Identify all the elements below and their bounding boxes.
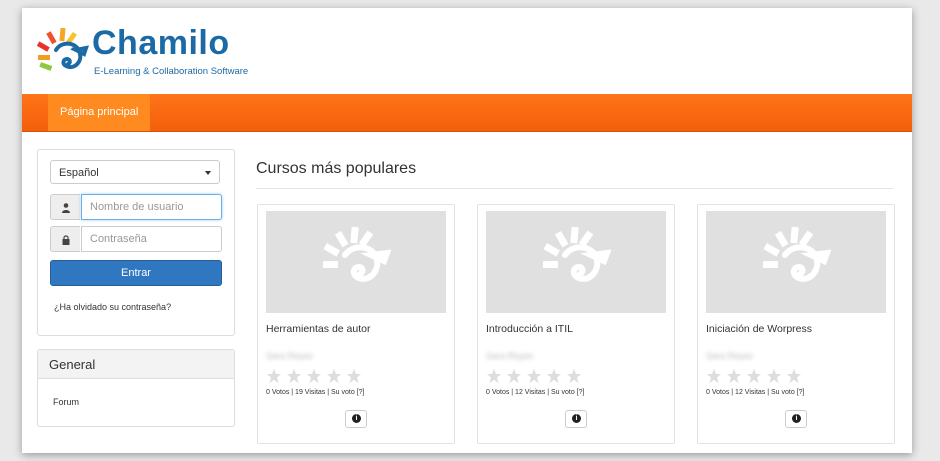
course-teacher: Sara Reyes [706, 351, 754, 361]
username-input[interactable]: Nombre de usuario [81, 194, 222, 220]
password-input[interactable]: Contraseña [81, 226, 222, 252]
course-title[interactable]: Introducción a ITIL [486, 323, 573, 335]
rating-stars[interactable] [706, 368, 806, 386]
rating-stars[interactable] [486, 368, 586, 386]
info-icon: i [792, 414, 801, 423]
forgot-password-link[interactable]: ¿Ha olvidado su contraseña? [54, 302, 171, 312]
logo-title: Chamilo [92, 24, 230, 62]
language-select-value: Español [59, 167, 99, 179]
page: Chamilo E-Learning & Collaboration Softw… [22, 8, 912, 453]
course-teacher: Sara Reyes [486, 351, 534, 361]
course-thumbnail[interactable] [706, 211, 886, 313]
course-info-button[interactable]: i [785, 410, 807, 428]
star-icon[interactable] [526, 368, 542, 384]
logo-tagline: E-Learning & Collaboration Software [94, 66, 249, 77]
course-stats: 0 Votos | 12 Visitas | Su voto [?] [706, 389, 805, 396]
star-icon[interactable] [706, 368, 722, 384]
star-icon[interactable] [266, 368, 282, 384]
star-icon[interactable] [506, 368, 522, 384]
general-panel-title: General [38, 350, 234, 379]
star-icon[interactable] [286, 368, 302, 384]
course-card: Herramientas de autor Sara Reyes 0 Votos… [257, 204, 455, 444]
course-card: Iniciación de Worpress Sara Reyes 0 Voto… [697, 204, 895, 444]
popular-courses-title: Cursos más populares [256, 160, 417, 177]
login-panel: Español Nombre de usuario Contraseña Ent… [37, 149, 235, 336]
nav-item-home[interactable]: Página principal [48, 94, 151, 131]
password-addon [50, 226, 80, 252]
section-divider [256, 188, 893, 189]
star-icon[interactable] [746, 368, 762, 384]
main-navbar: Página principal [22, 94, 912, 132]
chamilo-logo-icon [36, 27, 89, 71]
password-group: Contraseña [50, 226, 222, 252]
lock-icon [62, 235, 70, 245]
user-icon [62, 203, 70, 213]
course-teacher: Sara Reyes [266, 351, 314, 361]
star-icon[interactable] [726, 368, 742, 384]
course-thumbnail[interactable] [266, 211, 446, 313]
course-stats: 0 Votos | 19 Visitas | Su voto [?] [266, 389, 365, 396]
chamilo-placeholder-icon [543, 226, 611, 282]
star-icon[interactable] [486, 368, 502, 384]
course-info-button[interactable]: i [565, 410, 587, 428]
login-button[interactable]: Entrar [50, 260, 222, 286]
info-icon: i [352, 414, 361, 423]
star-icon[interactable] [306, 368, 322, 384]
logo[interactable]: Chamilo E-Learning & Collaboration Softw… [36, 24, 276, 86]
star-icon[interactable] [326, 368, 342, 384]
course-title[interactable]: Iniciación de Worpress [706, 323, 812, 335]
forum-link[interactable]: Forum [53, 397, 79, 407]
star-icon[interactable] [546, 368, 562, 384]
star-icon[interactable] [786, 368, 802, 384]
info-icon: i [572, 414, 581, 423]
course-card: Introducción a ITIL Sara Reyes 0 Votos |… [477, 204, 675, 444]
course-info-button[interactable]: i [345, 410, 367, 428]
language-select[interactable]: Español [50, 160, 220, 184]
rating-stars[interactable] [266, 368, 366, 386]
chamilo-placeholder-icon [323, 226, 391, 282]
star-icon[interactable] [346, 368, 362, 384]
header: Chamilo E-Learning & Collaboration Softw… [22, 8, 912, 94]
course-thumbnail[interactable] [486, 211, 666, 313]
general-panel: General Forum [37, 349, 235, 427]
course-title[interactable]: Herramientas de autor [266, 323, 370, 335]
caret-down-icon [205, 171, 211, 175]
course-stats: 0 Votos | 12 Visitas | Su voto [?] [486, 389, 585, 396]
username-group: Nombre de usuario [50, 194, 222, 220]
star-icon[interactable] [766, 368, 782, 384]
chamilo-placeholder-icon [763, 226, 831, 282]
username-addon [50, 194, 80, 220]
star-icon[interactable] [566, 368, 582, 384]
